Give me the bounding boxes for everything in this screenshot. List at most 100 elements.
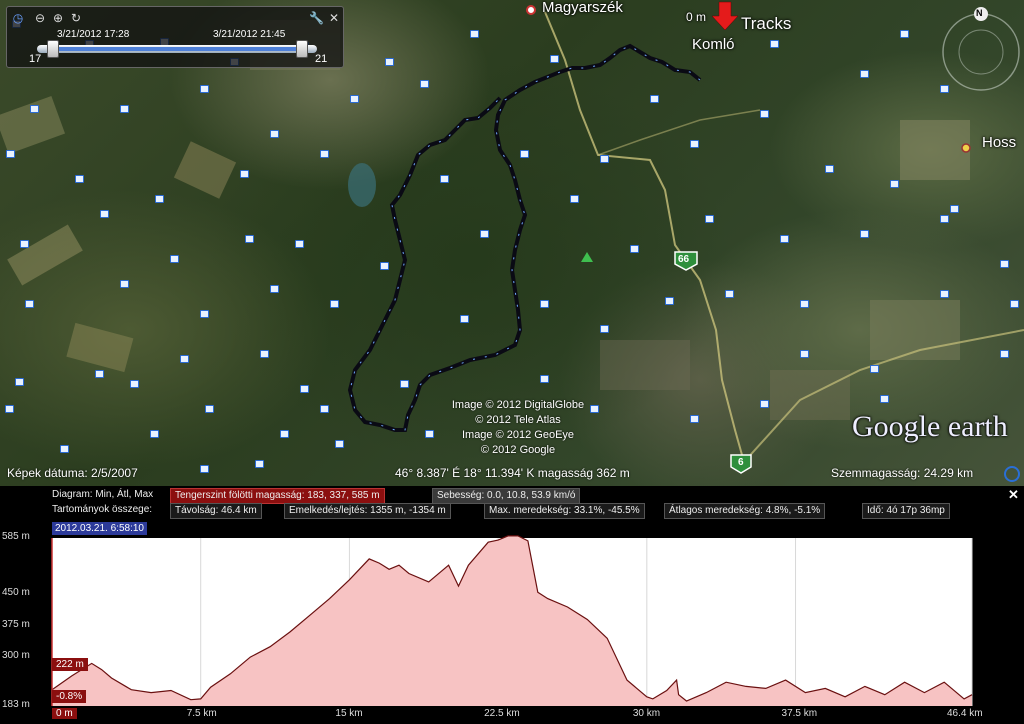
waypoint-marker-icon[interactable] (760, 110, 769, 118)
waypoint-marker-icon[interactable] (690, 415, 699, 423)
waypoint-marker-icon[interactable] (890, 180, 899, 188)
waypoint-marker-icon[interactable] (25, 300, 34, 308)
wrench-icon[interactable]: 🔧 (309, 11, 324, 25)
waypoint-marker-icon[interactable] (320, 150, 329, 158)
waypoint-marker-icon[interactable] (60, 445, 69, 453)
place-label-hoss[interactable]: Hoss (982, 134, 1016, 151)
zoom-out-icon[interactable]: ⊖ (33, 11, 47, 25)
waypoint-marker-icon[interactable] (690, 140, 699, 148)
compass-control[interactable] (942, 7, 1020, 91)
waypoint-marker-icon[interactable] (245, 235, 254, 243)
waypoint-marker-icon[interactable] (800, 350, 809, 358)
waypoint-marker-icon[interactable] (260, 350, 269, 358)
satellite-map[interactable]: ◷ ⊖ ⊕ ↻ 🔧 ✕ 3/21/2012 17:28 3/21/2012 21… (0, 0, 1024, 486)
waypoint-marker-icon[interactable] (650, 95, 659, 103)
waypoint-marker-icon[interactable] (600, 325, 609, 333)
waypoint-marker-icon[interactable] (6, 150, 15, 158)
sync-icon[interactable]: ↻ (69, 11, 83, 25)
waypoint-marker-icon[interactable] (940, 85, 949, 93)
waypoint-marker-icon[interactable] (320, 405, 329, 413)
waypoint-marker-icon[interactable] (470, 30, 479, 38)
waypoint-marker-icon[interactable] (120, 280, 129, 288)
waypoint-marker-icon[interactable] (770, 40, 779, 48)
slider-start-handle[interactable] (47, 40, 59, 58)
waypoint-marker-icon[interactable] (880, 395, 889, 403)
waypoint-marker-icon[interactable] (600, 155, 609, 163)
tracks-label[interactable]: Tracks (741, 14, 791, 34)
zoom-in-icon[interactable]: ⊕ (51, 11, 65, 25)
waypoint-marker-icon[interactable] (800, 300, 809, 308)
waypoint-marker-icon[interactable] (825, 165, 834, 173)
waypoint-marker-icon[interactable] (295, 240, 304, 248)
waypoint-marker-icon[interactable] (1010, 300, 1019, 308)
waypoint-marker-icon[interactable] (270, 130, 279, 138)
waypoint-marker-icon[interactable] (400, 380, 409, 388)
waypoint-marker-icon[interactable] (940, 290, 949, 298)
waypoint-marker-icon[interactable] (380, 262, 389, 270)
town-icon[interactable] (961, 143, 971, 153)
waypoint-marker-icon[interactable] (540, 300, 549, 308)
status-bar: Képek dátuma: 2/5/2007 46° 8.387' É 18° … (0, 462, 1024, 486)
waypoint-marker-icon[interactable] (1000, 350, 1009, 358)
x-tick-label: 37.5 km (781, 708, 818, 719)
waypoint-marker-icon[interactable] (120, 105, 129, 113)
waypoint-marker-icon[interactable] (240, 170, 249, 178)
waypoint-marker-icon[interactable] (1000, 260, 1009, 268)
waypoint-marker-icon[interactable] (570, 195, 579, 203)
y-tick-label: 450 m (2, 587, 30, 599)
waypoint-marker-icon[interactable] (420, 80, 429, 88)
waypoint-marker-icon[interactable] (335, 440, 344, 448)
waypoint-marker-icon[interactable] (280, 430, 289, 438)
waypoint-marker-icon[interactable] (630, 245, 639, 253)
waypoint-marker-icon[interactable] (270, 285, 279, 293)
waypoint-marker-icon[interactable] (440, 175, 449, 183)
waypoint-marker-icon[interactable] (900, 30, 909, 38)
waypoint-marker-icon[interactable] (550, 55, 559, 63)
x-tick-label: 0 m (52, 708, 77, 719)
elevation-chart[interactable] (0, 486, 1024, 724)
waypoint-marker-icon[interactable] (520, 150, 529, 158)
waypoint-marker-icon[interactable] (200, 310, 209, 318)
waypoint-marker-icon[interactable] (725, 290, 734, 298)
waypoint-marker-icon[interactable] (15, 378, 24, 386)
waypoint-marker-icon[interactable] (30, 105, 39, 113)
waypoint-marker-icon[interactable] (5, 405, 14, 413)
waypoint-marker-icon[interactable] (540, 375, 549, 383)
waypoint-marker-icon[interactable] (200, 85, 209, 93)
slider-end-handle[interactable] (296, 40, 308, 58)
x-tick-label: 22.5 km (484, 708, 520, 719)
place-label-komlo[interactable]: Komló (692, 36, 735, 53)
waypoint-marker-icon[interactable] (350, 95, 359, 103)
waypoint-marker-icon[interactable] (780, 235, 789, 243)
waypoint-marker-icon[interactable] (860, 70, 869, 78)
waypoint-marker-icon[interactable] (170, 255, 179, 263)
waypoint-marker-icon[interactable] (330, 300, 339, 308)
tracks-marker-icon[interactable] (711, 1, 739, 31)
waypoint-marker-icon[interactable] (940, 215, 949, 223)
waypoint-marker-icon[interactable] (950, 205, 959, 213)
waypoint-marker-icon[interactable] (460, 315, 469, 323)
close-icon[interactable]: ✕ (327, 11, 341, 25)
waypoint-marker-icon[interactable] (705, 215, 714, 223)
waypoint-marker-icon[interactable] (870, 365, 879, 373)
waypoint-marker-icon[interactable] (95, 370, 104, 378)
waypoint-marker-icon[interactable] (75, 175, 84, 183)
waypoint-marker-icon[interactable] (665, 297, 674, 305)
waypoint-marker-icon[interactable] (205, 405, 214, 413)
waypoint-marker-icon[interactable] (100, 210, 109, 218)
waypoint-marker-icon[interactable] (385, 58, 394, 66)
waypoint-marker-icon[interactable] (20, 240, 29, 248)
waypoint-marker-icon[interactable] (155, 195, 164, 203)
clock-icon[interactable]: ◷ (11, 11, 25, 25)
waypoint-marker-icon[interactable] (150, 430, 159, 438)
waypoint-marker-icon[interactable] (860, 230, 869, 238)
waypoint-marker-icon[interactable] (180, 355, 189, 363)
place-label-magyarszek[interactable]: Magyarszék (542, 0, 623, 16)
y-tick-label: 375 m (2, 618, 30, 630)
place-pin-icon[interactable] (526, 5, 536, 15)
waypoint-marker-icon[interactable] (300, 385, 309, 393)
waypoint-marker-icon[interactable] (480, 230, 489, 238)
waypoint-marker-icon[interactable] (760, 400, 769, 408)
waypoint-marker-icon[interactable] (130, 380, 139, 388)
x-tick-label: 7.5 km (186, 708, 217, 719)
